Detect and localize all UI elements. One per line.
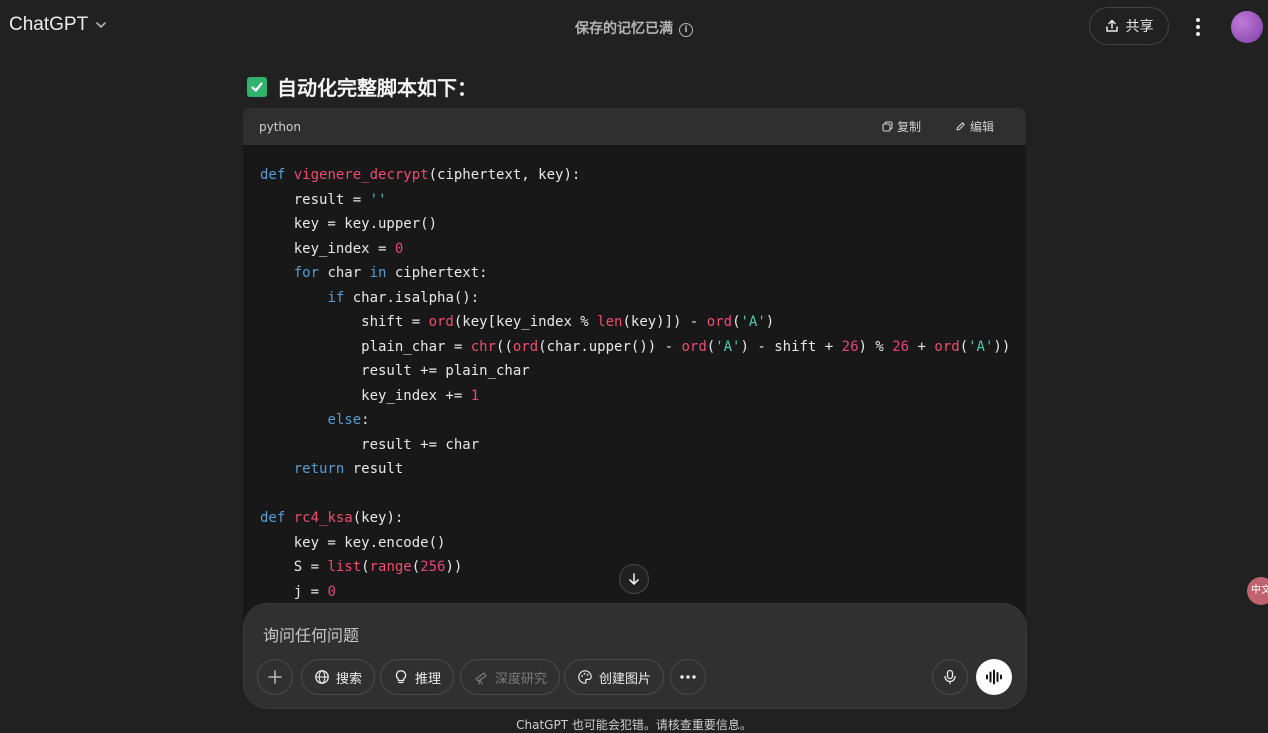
share-button[interactable]: 共享 (1089, 7, 1169, 45)
plus-icon (268, 670, 282, 684)
waveform-icon (986, 669, 1002, 685)
reason-tool-button[interactable]: 推理 (380, 659, 455, 695)
create-image-label: 创建图片 (599, 671, 652, 687)
palette-icon (578, 670, 592, 684)
copy-label: 复制 (896, 120, 921, 134)
memory-status-text: 保存的记忆已满 (575, 21, 673, 37)
lightbulb-icon (395, 670, 407, 684)
code-line: def rc4_ksa(key): (260, 510, 404, 526)
disclaimer-text: ChatGPT 也可能会犯错。请核查重要信息。 (516, 718, 752, 732)
code-line: plain_char = chr((ord(char.upper()) - or… (260, 338, 1011, 355)
share-icon (1105, 19, 1118, 32)
code-line: result = '' (260, 191, 387, 208)
search-label: 搜索 (336, 671, 363, 687)
code-line: key = key.encode() (260, 534, 446, 551)
deep-research-label: 深度研究 (495, 671, 548, 687)
check-icon (247, 76, 267, 97)
code-line: key_index += 1 (260, 387, 480, 404)
more-horizontal-icon (680, 675, 696, 679)
code-line: for char in ciphertext: (293, 265, 488, 281)
code-content[interactable]: def vigenere_decrypt(ciphertext, key): r… (243, 145, 1026, 604)
telescope-icon (475, 672, 487, 685)
code-line: key_index = 0 (260, 240, 404, 257)
memory-status[interactable]: 保存的记忆已满 i (0, 18, 1268, 38)
voice-mode-button[interactable] (976, 659, 1012, 695)
edit-label: 编辑 (969, 120, 994, 134)
arrow-down-icon (629, 573, 639, 585)
code-line: else: (327, 412, 370, 428)
code-line: result += plain_char (260, 363, 530, 379)
reason-label: 推理 (415, 671, 442, 687)
avatar[interactable] (1231, 11, 1263, 43)
composer: 询问任何问题 搜索 推理 深度研究 创建图片 (244, 604, 1026, 708)
create-image-tool-button[interactable]: 创建图片 (564, 659, 665, 695)
scroll-down-button[interactable] (619, 564, 649, 594)
copy-code-button[interactable]: 复制 (882, 118, 921, 135)
more-options-icon[interactable] (1186, 12, 1210, 42)
code-line: def vigenere_decrypt(ciphertext, key): (260, 167, 581, 183)
top-bar: ChatGPT 保存的记忆已满 i 共享 (0, 0, 1268, 56)
more-tools-button[interactable] (670, 659, 706, 695)
assistant-heading: 自动化完整脚本如下： (247, 72, 477, 101)
translate-extension-icon[interactable]: 中文 (1247, 577, 1268, 605)
heading-text: 自动化完整脚本如下： (277, 76, 477, 100)
edit-code-button[interactable]: 编辑 (955, 118, 994, 135)
dictate-button[interactable] (932, 659, 968, 695)
info-icon[interactable]: i (679, 23, 693, 37)
prompt-input[interactable]: 询问任何问题 (263, 622, 359, 646)
deep-research-tool-button[interactable]: 深度研究 (460, 659, 561, 695)
share-label: 共享 (1125, 19, 1154, 35)
code-line: key = key.upper() (260, 216, 438, 232)
code-line: if char.isalpha(): (327, 289, 480, 306)
globe-icon (315, 670, 329, 684)
search-tool-button[interactable]: 搜索 (301, 659, 376, 695)
microphone-icon (944, 669, 956, 685)
pencil-icon (956, 122, 965, 131)
copy-icon (882, 121, 893, 132)
code-header: python 复制 编辑 (243, 108, 1026, 145)
code-line: return result (293, 461, 404, 477)
add-attachment-button[interactable] (257, 659, 293, 695)
code-language: python (259, 119, 301, 134)
code-line: result += char (260, 436, 480, 453)
code-line: shift = ord(key[key_index % len(key)]) -… (260, 314, 775, 330)
